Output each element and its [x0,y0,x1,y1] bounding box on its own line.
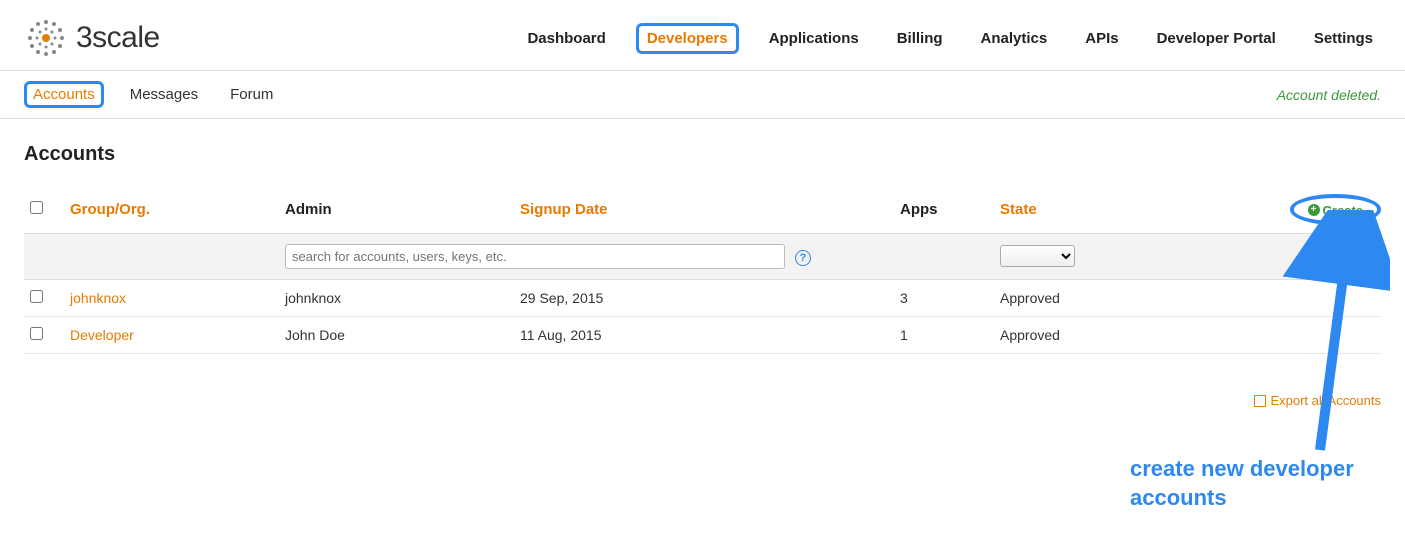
state-cell: Approved [994,279,1209,316]
nav-billing[interactable]: Billing [889,24,951,53]
select-all-checkbox[interactable] [30,201,43,214]
group-link[interactable]: Developer [70,327,134,343]
col-header-group[interactable]: Group/Org. [64,186,279,233]
search-input[interactable] [285,244,785,269]
subnav-forum[interactable]: Forum [224,82,279,107]
accounts-table: Group/Org. Admin Signup Date Apps State … [24,186,1381,354]
export-label: Export all Accounts [1270,393,1381,408]
export-icon [1254,395,1266,407]
help-icon[interactable]: ? [795,250,811,266]
nav-apis[interactable]: APIs [1077,24,1126,53]
group-link[interactable]: johnknox [70,290,126,306]
annotation-text: create new developer accounts [1130,455,1405,512]
row-checkbox[interactable] [30,327,43,340]
apps-cell: 1 [894,316,994,353]
table-row: johnknox johnknox 29 Sep, 2015 3 Approve… [24,279,1381,316]
col-header-apps: Apps [894,186,994,233]
create-highlight: + Create [1290,194,1381,225]
apps-cell: 3 [894,279,994,316]
state-cell: Approved [994,316,1209,353]
table-row: Developer John Doe 11 Aug, 2015 1 Approv… [24,316,1381,353]
nav-applications[interactable]: Applications [761,24,867,53]
logo[interactable]: 3scale [24,16,160,60]
row-checkbox[interactable] [30,290,43,303]
nav-dashboard[interactable]: Dashboard [519,24,613,53]
create-button[interactable]: + Create [1302,201,1369,220]
signup-cell: 29 Sep, 2015 [514,279,894,316]
logo-text: 3scale [76,21,160,55]
sub-nav: Accounts Messages Forum [24,81,279,108]
col-header-admin: Admin [279,186,514,233]
admin-cell: John Doe [279,316,514,353]
nav-developer-portal[interactable]: Developer Portal [1149,24,1284,53]
search-button[interactable]: Search [1308,245,1375,268]
subnav-accounts[interactable]: Accounts [24,81,104,108]
page-title: Accounts [24,143,1381,166]
nav-analytics[interactable]: Analytics [973,24,1056,53]
plus-icon: + [1308,204,1320,216]
flash-notice: Account deleted. [1277,87,1381,103]
signup-cell: 11 Aug, 2015 [514,316,894,353]
state-select[interactable] [1000,245,1075,267]
col-header-state[interactable]: State [994,186,1209,233]
subnav-messages[interactable]: Messages [124,82,204,107]
nav-developers[interactable]: Developers [636,23,739,54]
export-link[interactable]: Export all Accounts [1254,393,1381,408]
logo-icon [24,16,68,60]
create-label: Create [1323,203,1363,218]
admin-cell: johnknox [279,279,514,316]
main-nav: Dashboard Developers Applications Billin… [519,23,1381,54]
filter-row: ? Search [24,233,1381,279]
col-header-signup[interactable]: Signup Date [514,186,894,233]
nav-settings[interactable]: Settings [1306,24,1381,53]
